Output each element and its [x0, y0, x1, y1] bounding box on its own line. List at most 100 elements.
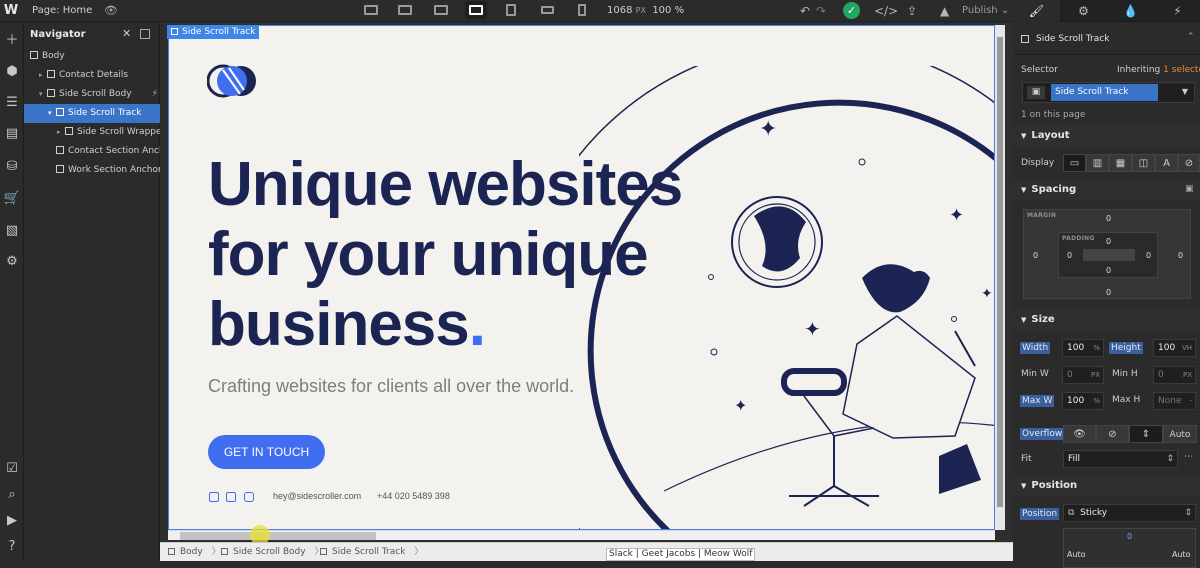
interactions-drops-icon[interactable]: 💧 — [1107, 0, 1154, 22]
page-canvas[interactable]: ✦ ✦ ✦ ✦ ✦ Unique websites for your uniqu… — [168, 25, 995, 530]
collapse-icon[interactable]: ⌃ — [1187, 32, 1195, 42]
caret-down-icon[interactable]: ▾ — [39, 85, 47, 104]
position-left[interactable]: Auto — [1067, 550, 1086, 559]
margin-bottom[interactable]: 0 — [1106, 288, 1111, 297]
breadcrumb-body[interactable]: Body 〉 — [168, 543, 221, 562]
padding-bottom[interactable]: 0 — [1106, 266, 1111, 275]
position-select[interactable]: ⧉ Sticky ⇕ — [1063, 504, 1196, 522]
overflow-auto-button[interactable]: Auto — [1163, 425, 1197, 443]
width-label[interactable]: Width — [1020, 342, 1051, 354]
caret-right-icon[interactable]: ▸ — [39, 66, 47, 85]
display-none-icon[interactable]: ⊘ — [1178, 154, 1200, 172]
contact-email[interactable]: hey@sidescroller.com — [273, 491, 361, 501]
margin-top[interactable]: 0 — [1106, 214, 1111, 223]
site-logo[interactable] — [207, 64, 263, 100]
page-icon[interactable]: ▤ — [3, 125, 21, 143]
min-width-input[interactable]: 0 PX — [1062, 366, 1104, 384]
margin-left[interactable]: 0 — [1033, 251, 1038, 260]
desktop-large-icon[interactable] — [394, 1, 416, 19]
padding-top[interactable]: 0 — [1106, 237, 1111, 246]
width-input[interactable]: 100% — [1062, 339, 1104, 357]
chevron-down-icon[interactable]: ▼ — [1182, 87, 1188, 96]
navigator-item[interactable]: ▸ Side Scroll Wrapper — [24, 123, 165, 142]
overflow-hidden-icon[interactable]: ⊘ — [1096, 425, 1129, 443]
navigator-item[interactable]: Contact Section Anchor — [24, 142, 174, 161]
canvas-horizontal-scrollbar[interactable] — [168, 530, 995, 540]
display-grid-icon[interactable]: ▦ — [1109, 154, 1132, 172]
facebook-icon[interactable] — [226, 492, 236, 502]
tablet-icon[interactable] — [500, 1, 522, 19]
get-in-touch-button[interactable]: GET IN TOUCH — [208, 435, 325, 469]
canvas-vertical-scrollbar[interactable] — [995, 25, 1005, 530]
display-flex-icon[interactable]: ▥ — [1086, 154, 1109, 172]
settings-gear-icon[interactable]: ⚙ — [1060, 0, 1107, 22]
desktop-base-icon[interactable] — [465, 1, 487, 19]
pages-icon[interactable]: ☰ — [3, 94, 21, 112]
position-section-header[interactable]: ▼ Position — [1013, 476, 1200, 496]
mobile-landscape-icon[interactable] — [536, 1, 558, 19]
share-icon[interactable]: ⇪ — [907, 3, 917, 19]
redo-icon[interactable]: ↷ — [816, 3, 826, 19]
display-inline-icon[interactable]: A — [1155, 154, 1178, 172]
preview-eye-icon[interactable]: 👁 — [104, 4, 118, 17]
min-height-input[interactable]: 0 PX — [1153, 366, 1196, 384]
breadcrumb-side-scroll-track[interactable]: Side Scroll Track 〉 — [320, 543, 423, 562]
padding-right[interactable]: 0 — [1146, 251, 1151, 260]
padding-left[interactable]: 0 — [1067, 251, 1072, 260]
settings-icon[interactable]: ⚙ — [3, 253, 21, 271]
navigator-item[interactable]: ▾ Side Scroll Body ⚡ — [24, 85, 160, 104]
caret-right-icon[interactable]: ▸ — [57, 123, 65, 142]
layout-section-header[interactable]: ▼ Layout — [1013, 126, 1200, 146]
page-selector[interactable]: Page: Home — [32, 5, 92, 16]
contact-phone[interactable]: +44 020 5489 398 — [377, 491, 450, 501]
overflow-scroll-icon[interactable]: ⇕ — [1129, 425, 1163, 443]
video-icon[interactable]: ▶ — [3, 512, 21, 530]
spacing-preset-icon[interactable]: ▣ — [1185, 184, 1194, 194]
close-icon[interactable]: ✕ — [122, 27, 131, 40]
publish-button[interactable]: Publish ⌄ — [962, 5, 1009, 16]
navigator-item[interactable]: ▸ Contact Details — [24, 66, 160, 85]
help-icon[interactable]: ? — [3, 538, 21, 556]
more-options-icon[interactable]: ⋯ — [1184, 452, 1193, 462]
webflow-logo[interactable]: W — [2, 2, 20, 20]
inheriting-info[interactable]: Inheriting 1 selector — [1117, 65, 1200, 75]
height-input[interactable]: 100 VH — [1153, 339, 1196, 357]
box-icon[interactable]: ⬢ — [3, 63, 21, 81]
desktop-icon[interactable] — [430, 1, 452, 19]
hero-subheading[interactable]: Crafting websites for clients all over t… — [208, 376, 574, 397]
undo-icon[interactable]: ↶ — [800, 3, 810, 19]
search-icon[interactable]: ⌕ — [3, 486, 21, 504]
position-top[interactable]: 0 — [1127, 532, 1132, 541]
breadcrumb-side-scroll-body[interactable]: Side Scroll Body 〉 — [221, 543, 324, 562]
pin-panel-icon[interactable] — [140, 29, 150, 39]
lightning-icon[interactable]: ⚡ — [1154, 0, 1200, 22]
mobile-portrait-icon[interactable] — [571, 1, 593, 19]
hero-headline[interactable]: Unique websites for your unique business… — [208, 150, 683, 360]
selected-element-tag[interactable]: Side Scroll Track — [167, 25, 260, 39]
fit-select[interactable]: Fill ⇕ — [1063, 450, 1178, 468]
size-section-header[interactable]: ▼ Size — [1013, 310, 1200, 330]
margin-right[interactable]: 0 — [1178, 251, 1183, 260]
code-export-icon[interactable]: </> — [874, 3, 898, 19]
display-inline-block-icon[interactable]: ◫ — [1132, 154, 1155, 172]
overflow-label[interactable]: Overflow — [1020, 428, 1065, 440]
database-icon[interactable]: ⛁ — [3, 158, 21, 176]
twitter-icon[interactable] — [209, 492, 219, 502]
navigator-item[interactable]: ▾ Side Scroll Track — [24, 104, 160, 123]
selector-class-icon[interactable]: ▣ — [1027, 86, 1045, 99]
overflow-visible-icon[interactable]: 👁 — [1063, 425, 1096, 443]
assets-icon[interactable]: ▧ — [3, 222, 21, 240]
max-width-label[interactable]: Max W — [1020, 395, 1055, 407]
desktop-xl-icon[interactable] — [360, 1, 382, 19]
max-height-input[interactable]: None - — [1153, 392, 1196, 410]
position-label[interactable]: Position — [1020, 508, 1060, 520]
caret-down-icon[interactable]: ▾ — [48, 104, 56, 123]
display-block-icon[interactable]: ▭ — [1063, 154, 1086, 172]
navigator-item[interactable]: Work Section Anchor — [24, 161, 162, 180]
navigator-item[interactable]: Body — [24, 47, 160, 66]
checklist-icon[interactable]: ☑ — [3, 460, 21, 478]
add-icon[interactable]: ＋ — [3, 32, 21, 50]
save-status-check-icon[interactable]: ✓ — [843, 2, 860, 19]
style-brush-icon[interactable]: 🖌 — [1013, 0, 1060, 22]
position-right[interactable]: Auto — [1172, 550, 1191, 559]
